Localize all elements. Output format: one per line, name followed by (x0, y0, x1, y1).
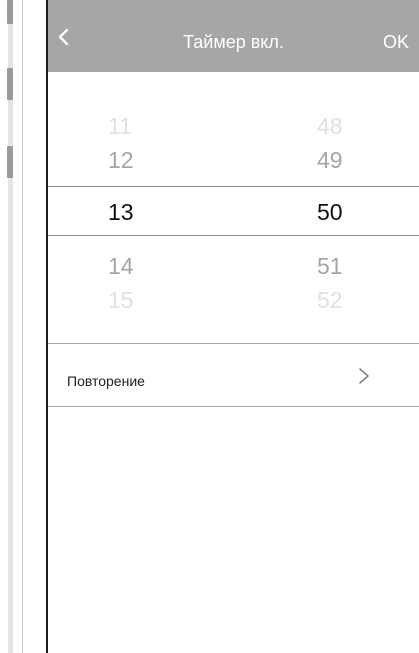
repeat-label: Повторение (67, 373, 145, 389)
header-bar: Таймер вкл. OK (48, 0, 419, 72)
ok-button[interactable]: OK (383, 31, 409, 53)
minute-selected[interactable]: 50 (317, 198, 343, 226)
timer-screen: Таймер вкл. OK 11 12 13 14 15 48 49 50 5… (48, 0, 419, 653)
hour-option[interactable]: 11 (108, 112, 132, 140)
hour-selected[interactable]: 13 (108, 198, 134, 226)
selection-bottom-line (48, 235, 419, 236)
page-title: Таймер вкл. (183, 32, 284, 52)
hour-option[interactable]: 12 (108, 146, 134, 174)
divider (48, 406, 419, 407)
device-frame (0, 0, 48, 653)
time-picker[interactable]: 11 12 13 14 15 48 49 50 51 52 (48, 72, 419, 342)
chevron-right-icon (359, 368, 369, 384)
repeat-row[interactable]: Повторение (48, 344, 419, 406)
device-side-button (7, 0, 13, 24)
minute-option[interactable]: 49 (317, 146, 343, 174)
selection-top-line (48, 186, 419, 187)
hour-option[interactable]: 15 (108, 286, 134, 314)
minute-option[interactable]: 52 (317, 286, 343, 314)
minute-option[interactable]: 48 (317, 112, 343, 140)
minute-option[interactable]: 51 (317, 252, 343, 280)
hour-option[interactable]: 14 (108, 252, 134, 280)
device-side-button (7, 68, 13, 100)
device-side-button (7, 146, 13, 178)
device-frame-line (22, 0, 23, 653)
